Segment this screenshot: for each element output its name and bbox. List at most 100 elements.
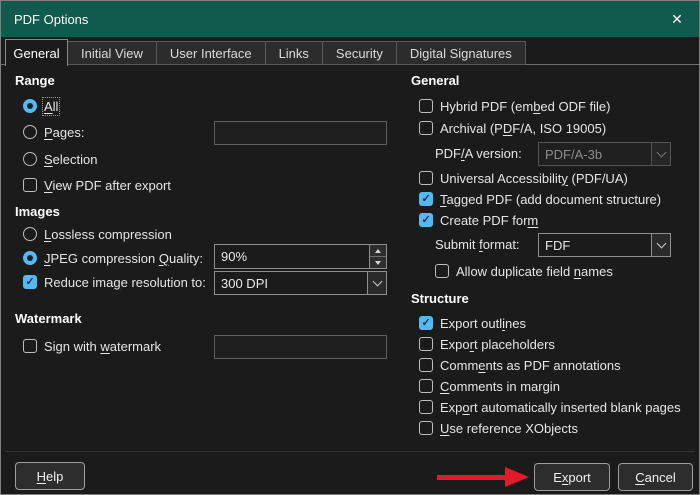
checkbox-hybrid-pdf[interactable] [419,99,433,113]
tab-user-interface[interactable]: User Interface [156,41,266,65]
checkbox-view-pdf-after-export[interactable] [23,178,37,192]
spin-down-button[interactable] [370,256,386,268]
submit-format-value: FDF [539,234,651,256]
checkbox-row-archival[interactable]: Archival (PDF/A, ISO 19005) [419,118,606,138]
checkbox-tagged-pdf-label: Tagged PDF (add document structure) [440,192,661,207]
tab-links[interactable]: Links [265,41,323,65]
pdfa-version-dropdown-button [651,143,670,165]
pdfa-version-label-row: PDF/A version: [435,143,522,163]
checkbox-comments-annotations[interactable] [419,358,433,372]
tab-label: General [13,46,59,61]
checkbox-archival-label: Archival (PDF/A, ISO 19005) [440,121,606,136]
checkbox-row-allow-duplicate-names[interactable]: Allow duplicate field names [435,261,613,281]
checkbox-sign-watermark-label: Sign with watermark [44,339,161,354]
radio-all[interactable] [23,99,37,113]
checkbox-universal-accessibility[interactable] [419,171,433,185]
watermark-input[interactable] [214,335,387,359]
radio-lossless-compression-label: Lossless compression [44,227,172,242]
checkbox-sign-watermark[interactable] [23,339,37,353]
resolution-dropdown-button[interactable] [367,272,386,294]
section-header-watermark: Watermark [15,311,82,326]
tab-digital-signatures[interactable]: Digital Signatures [396,41,526,65]
checkbox-comments-margin[interactable] [419,379,433,393]
checkbox-row-view-pdf-after-export[interactable]: View PDF after export [23,175,171,195]
checkbox-xobjects-label: Use reference XObjects [440,421,578,436]
checkbox-export-placeholders-label: Export placeholders [440,337,555,352]
checkbox-blank-pages-label: Export automatically inserted blank page… [440,400,681,415]
radio-selection[interactable] [23,152,37,166]
checkbox-row-comments-margin[interactable]: Comments in margin [419,376,560,396]
pdfa-version-value: PDF/A-3b [539,143,651,165]
checkbox-row-tagged-pdf[interactable]: Tagged PDF (add document structure) [419,189,661,209]
checkbox-row-universal-accessibility[interactable]: Universal Accessibility (PDF/UA) [419,168,628,188]
annotation-arrow-shaft [437,475,507,480]
submit-format-label-row: Submit format: [435,234,520,254]
pdfa-version-dropdown: PDF/A-3b [538,142,671,166]
resolution-dropdown[interactable]: 300 DPI [214,271,387,295]
checkbox-row-sign-watermark[interactable]: Sign with watermark [23,336,161,356]
cancel-button[interactable]: Cancel [618,463,693,491]
radio-lossless-compression[interactable] [23,227,37,241]
quality-value: 90% [215,245,369,268]
chevron-down-icon [372,276,382,286]
spin-up-icon [375,249,381,253]
radio-row-lossless[interactable]: Lossless compression [23,224,172,244]
radio-row-jpeg-compression[interactable]: JPEG compression Quality: [23,248,203,268]
checkbox-row-blank-pages[interactable]: Export automatically inserted blank page… [419,397,681,417]
title-bar: PDF Options [1,1,699,37]
radio-jpeg-compression[interactable] [23,251,37,265]
spin-down-icon [375,261,381,265]
checkbox-allow-duplicate-names[interactable] [435,264,449,278]
annotation-arrow-icon [505,467,529,487]
tab-general[interactable]: General [5,39,68,66]
checkbox-comments-margin-label: Comments in margin [440,379,560,394]
submit-format-dropdown-button[interactable] [651,234,670,256]
checkbox-row-reduce-resolution[interactable]: Reduce image resolution to: [23,272,206,292]
chevron-down-icon [656,238,666,248]
checkbox-view-pdf-after-export-label: View PDF after export [44,178,171,193]
spinner-buttons [369,245,386,268]
checkbox-row-export-placeholders[interactable]: Export placeholders [419,334,555,354]
checkbox-row-comments-annotations[interactable]: Comments as PDF annotations [419,355,621,375]
checkbox-create-pdf-form-label: Create PDF form [440,213,538,228]
close-icon: ✕ [671,11,683,28]
tab-security[interactable]: Security [322,41,397,65]
checkbox-hybrid-pdf-label: Hybrid PDF (embed ODF file) [440,99,611,114]
checkbox-xobjects[interactable] [419,421,433,435]
section-header-range: Range [15,73,55,88]
radio-all-label: All [44,99,58,114]
checkbox-archival[interactable] [419,121,433,135]
radio-row-selection[interactable]: Selection [23,149,97,169]
radio-row-pages[interactable]: Pages: [23,122,84,142]
checkbox-tagged-pdf[interactable] [419,192,433,206]
pdf-options-dialog: PDF Options ✕ General Initial View User … [0,0,700,495]
quality-spinner[interactable]: 90% [214,244,387,269]
dialog-title: PDF Options [1,12,88,27]
tab-initial-view[interactable]: Initial View [67,41,157,65]
checkbox-row-hybrid-pdf[interactable]: Hybrid PDF (embed ODF file) [419,96,611,116]
chevron-down-icon [656,147,666,157]
close-button[interactable]: ✕ [655,1,699,37]
radio-row-all[interactable]: All [23,96,58,116]
checkbox-row-xobjects[interactable]: Use reference XObjects [419,418,578,438]
pages-input[interactable] [214,121,387,145]
checkbox-row-export-outlines[interactable]: Export outlines [419,313,526,333]
checkbox-row-create-pdf-form[interactable]: Create PDF form [419,210,538,230]
checkbox-blank-pages[interactable] [419,400,433,414]
export-button[interactable]: Export [534,463,610,491]
radio-pages[interactable] [23,125,37,139]
tab-strip: Initial View User Interface Links Securi… [68,41,526,65]
help-button[interactable]: Help [15,462,85,490]
section-header-general: General [411,73,459,88]
tab-page-general: Range All Pages: Selection View PDF afte… [1,65,699,453]
checkbox-create-pdf-form[interactable] [419,213,433,227]
radio-pages-label: Pages: [44,125,84,140]
submit-format-dropdown[interactable]: FDF [538,233,671,257]
checkbox-reduce-resolution[interactable] [23,275,37,289]
spin-up-button[interactable] [370,245,386,256]
resolution-value: 300 DPI [215,272,367,294]
submit-format-label: Submit format: [435,237,520,252]
checkbox-export-placeholders[interactable] [419,337,433,351]
checkbox-universal-accessibility-label: Universal Accessibility (PDF/UA) [440,171,628,186]
checkbox-export-outlines[interactable] [419,316,433,330]
